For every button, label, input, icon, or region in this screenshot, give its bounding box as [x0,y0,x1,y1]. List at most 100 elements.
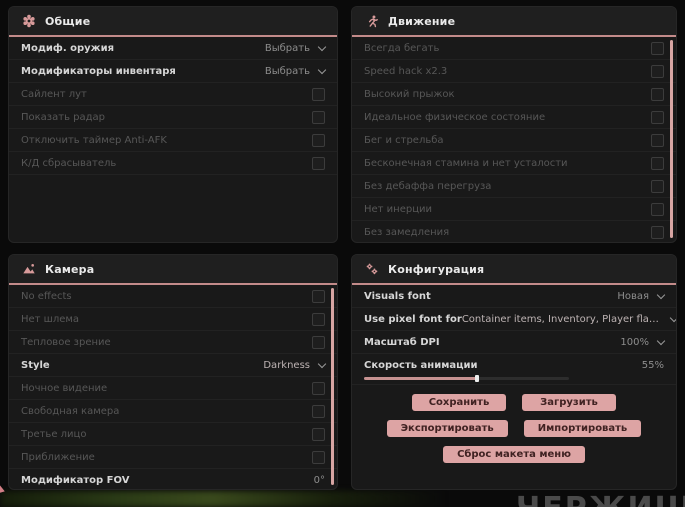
setting-row: Тепловое зрение [9,331,337,354]
setting-label: Speed hack x2.3 [364,65,448,77]
setting-label: Свободная камера [21,405,120,417]
slider-value: 0° [313,475,325,486]
panel-title: Камера [45,262,95,276]
checkbox[interactable] [312,87,325,101]
dropdown[interactable]: Выбрать [264,65,327,77]
checkbox[interactable] [312,289,325,303]
checkbox[interactable] [651,133,664,147]
runner-icon [365,14,379,28]
setting-label: Без замедления [364,226,450,238]
dropdown-value: Выбрать [264,42,310,54]
setting-row: Модификаторы инвентаря Выбрать [9,60,337,83]
checkbox[interactable] [312,312,325,326]
setting-row: Показать радар [9,106,337,129]
setting-row: Speed hack x2.3 [352,60,676,83]
checkbox[interactable] [312,133,325,147]
setting-row: Отключить таймер Anti-AFK [9,129,337,152]
chevron-down-icon [656,290,666,299]
setting-row: Без дебаффа перегруза [352,175,676,198]
slider-row: Скорость анимации 55% [352,354,676,385]
checkbox[interactable] [651,156,664,170]
checkbox[interactable] [651,225,664,239]
setting-row: Масштаб DPI 100% [352,331,676,354]
setting-row: Сайлент лут [9,83,337,106]
panel-title: Движение [388,14,456,28]
setting-row: Идеальное физическое состояние [352,106,676,129]
setting-label: Третье лицо [21,428,87,440]
setting-label: Масштаб DPI [364,336,440,348]
dropdown[interactable]: Выбрать [264,42,327,54]
dropdown[interactable]: 100% [620,336,666,348]
slider[interactable] [364,375,569,382]
checkbox[interactable] [651,41,664,55]
setting-label: Высокий прыжок [364,88,455,100]
dropdown-value: Container items, Inventory, Player flags… [461,313,662,325]
scrollbar[interactable] [670,40,673,238]
checkbox[interactable] [651,179,664,193]
chevron-down-icon [317,65,327,74]
dropdown-value: Выбрать [264,65,310,77]
panel-title: Общие [45,14,91,28]
save-button[interactable]: Сохранить [412,394,506,411]
checkbox[interactable] [312,427,325,441]
checkbox[interactable] [312,381,325,395]
slider-handle[interactable] [474,375,479,382]
export-button[interactable]: Экспортировать [386,420,508,437]
slider-value: 55% [641,360,664,371]
setting-row: No effects [9,285,337,308]
panel-config: Конфигурация Visuals font Новая Use pixel … [351,254,677,490]
setting-label: Приближение [21,451,95,463]
setting-label: Нет инерции [364,203,433,215]
import-button[interactable]: Импортировать [523,420,642,437]
game-background-blur [0,491,470,507]
setting-row: Модиф. оружия Выбрать [9,37,337,60]
setting-row: Style Darkness [9,354,337,377]
setting-label: Отключить таймер Anti-AFK [21,134,167,146]
setting-row: Нет шлема [9,308,337,331]
dropdown[interactable]: Container items, Inventory, Player flags… [461,313,676,325]
setting-label: Идеальное физическое состояние [364,111,546,123]
load-button[interactable]: Загрузить [522,394,616,411]
checkbox[interactable] [312,110,325,124]
setting-label: Показать радар [21,111,106,123]
scrollbar[interactable] [331,288,334,485]
setting-row: Свободная камера [9,400,337,423]
dropdown-value: 100% [620,336,649,348]
panel-general-header: Общие [9,7,337,37]
checkbox[interactable] [651,110,664,124]
setting-row: Бег и стрельба [352,129,676,152]
setting-label: Модификаторы инвентаря [21,65,176,77]
panel-movement: Движение Всегда бегать Speed hack x2.3 Выс… [351,6,677,243]
checkbox[interactable] [312,450,325,464]
setting-row: Высокий прыжок [352,83,676,106]
reset-menu-layout-button[interactable]: Сброс макета меню [443,446,585,463]
gear-icon [22,14,36,28]
button-row: Экспортировать Импортировать [352,420,676,437]
setting-row: Приближение [9,446,337,469]
checkbox[interactable] [312,156,325,170]
dropdown[interactable]: Darkness [263,359,327,371]
setting-row: К/Д сбрасыватель [9,152,337,175]
setting-label: Сайлент лут [21,88,87,100]
checkbox[interactable] [651,64,664,78]
slider-fill [364,377,477,380]
setting-label: Тепловое зрение [21,336,111,348]
setting-label: Style [21,359,50,371]
setting-label: Модификатор FOV [21,475,130,486]
setting-label: Скорость анимации [364,360,478,371]
button-row: Сохранить Загрузить [352,394,676,411]
setting-label: Ночное видение [21,382,108,394]
setting-label: Бесконечная стамина и нет усталости [364,157,568,169]
checkbox[interactable] [312,404,325,418]
checkbox[interactable] [651,87,664,101]
slider-row: Модификатор FOV 0° [9,469,337,489]
panel-body: Visuals font Новая Use pixel font for Conta… [352,285,676,489]
setting-row: Бесконечная стамина и нет усталости [352,152,676,175]
chevron-down-icon [669,313,676,322]
panel-general: Общие Модиф. оружия Выбрать Модификаторы и… [8,6,338,243]
setting-label: Модиф. оружия [21,42,115,54]
checkbox[interactable] [651,202,664,216]
checkbox[interactable] [312,335,325,349]
dropdown[interactable]: Новая [617,290,666,302]
button-row: Сброс макета меню [352,446,676,463]
